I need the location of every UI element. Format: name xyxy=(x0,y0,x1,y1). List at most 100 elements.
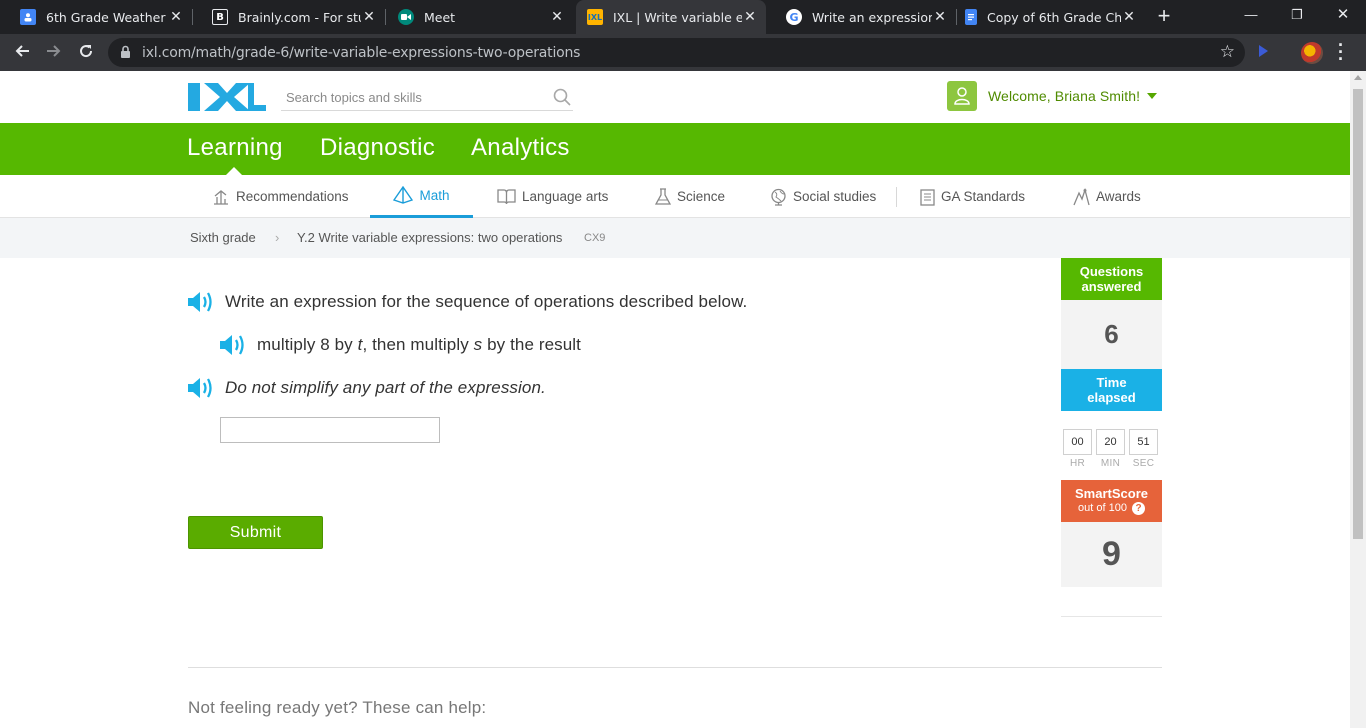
back-icon[interactable] xyxy=(10,41,34,65)
nav-diagnostic[interactable]: Diagnostic xyxy=(320,134,435,162)
extension-icon[interactable] xyxy=(1257,44,1269,63)
close-icon[interactable]: ✕ xyxy=(549,9,565,25)
tab-recommendations[interactable]: Recommendations xyxy=(212,175,349,218)
close-icon[interactable]: ✕ xyxy=(361,9,377,25)
question-prompt: Write an expression for the sequence of … xyxy=(225,292,748,311)
operation-description: multiply 8 by t, then multiply s by the … xyxy=(257,335,581,355)
search-input[interactable] xyxy=(281,85,541,109)
tab-label: Recommendations xyxy=(236,189,349,204)
scroll-thumb[interactable] xyxy=(1353,89,1363,539)
tab-social-studies[interactable]: Social studies xyxy=(770,175,876,218)
question-note: Do not simplify any part of the expressi… xyxy=(225,378,546,397)
questions-answered-count: 6 xyxy=(1061,300,1162,369)
forward-icon[interactable] xyxy=(42,41,66,65)
answer-input[interactable] xyxy=(220,417,440,443)
browser-tab[interactable]: Meet ✕ xyxy=(378,0,573,34)
nav-learning[interactable]: Learning xyxy=(187,134,283,162)
chevron-down-icon xyxy=(1147,93,1158,99)
time-hours: 00 xyxy=(1063,429,1092,455)
browser-tab[interactable]: G Write an expression for ✕ xyxy=(766,0,956,34)
browser-tab[interactable]: B Brainly.com - For studer ✕ xyxy=(192,0,385,34)
lock-icon xyxy=(120,45,131,64)
operation-text: by the result xyxy=(482,335,581,354)
skill-code: CX9 xyxy=(584,232,606,244)
smartscore-subtitle: out of 100 ? xyxy=(1061,501,1162,516)
user-icon xyxy=(947,81,977,111)
speaker-icon[interactable] xyxy=(187,290,215,319)
breadcrumb-grade[interactable]: Sixth grade xyxy=(190,230,256,245)
restore-icon[interactable]: ❐ xyxy=(1274,0,1320,34)
close-icon[interactable]: ✕ xyxy=(1121,9,1137,25)
time-elapsed-label: elapsed xyxy=(1087,390,1136,405)
reload-icon[interactable] xyxy=(74,41,98,65)
new-tab-button[interactable]: + xyxy=(1152,5,1176,29)
search-bar xyxy=(281,85,573,111)
address-bar[interactable]: ixl.com/math/grade-6/write-variable-expr… xyxy=(108,38,1245,67)
breadcrumb-skill: Y.2 Write variable expressions: two oper… xyxy=(297,230,563,245)
time-minutes: 20 xyxy=(1096,429,1125,455)
browser-tab-strip: 6th Grade Weather Wis ✕ B Brainly.com - … xyxy=(0,0,1366,34)
ixl-icon: IXL xyxy=(587,9,603,25)
tab-title: Brainly.com - For studer xyxy=(238,9,361,25)
brainly-icon: B xyxy=(212,9,228,25)
book-icon xyxy=(497,188,516,205)
user-menu[interactable]: Welcome, Briana Smith! xyxy=(947,81,1158,111)
operation-text: , then multiply xyxy=(362,335,474,354)
tab-label: Math xyxy=(419,187,450,203)
profile-avatar[interactable] xyxy=(1301,42,1323,64)
google-docs-icon xyxy=(965,9,977,25)
tab-awards[interactable]: Awards xyxy=(1072,175,1141,218)
menu-kebab-icon[interactable]: · · · xyxy=(1336,36,1346,68)
divider xyxy=(1061,616,1162,617)
speaker-icon[interactable] xyxy=(219,333,247,362)
subject-nav: Recommendations Math Language arts Scien… xyxy=(0,175,1350,218)
search-icon[interactable] xyxy=(553,88,571,111)
time-hours-label: HR xyxy=(1069,458,1086,469)
awards-icon xyxy=(1072,187,1090,206)
smartscore-value: 9 xyxy=(1061,522,1162,587)
google-icon: G xyxy=(786,9,802,25)
bookmark-star-icon[interactable]: ☆ xyxy=(1220,42,1235,62)
tab-science[interactable]: Science xyxy=(655,175,725,218)
url-text: ixl.com/math/grade-6/write-variable-expr… xyxy=(142,45,581,61)
window-close-icon[interactable]: ✕ xyxy=(1320,0,1366,34)
operation-text: multiply 8 by xyxy=(257,335,358,354)
browser-tab-active[interactable]: IXL IXL | Write variable expr ✕ xyxy=(576,0,766,34)
time-elapsed-header: Time elapsed xyxy=(1061,369,1162,411)
welcome-text: Welcome, Briana Smith! xyxy=(988,88,1141,104)
ixl-page: Welcome, Briana Smith! Learning Diagnost… xyxy=(0,71,1350,728)
recommendations-icon xyxy=(212,188,230,206)
close-icon[interactable]: ✕ xyxy=(168,9,184,25)
smartscore-label: SmartScore xyxy=(1075,486,1148,501)
page-scrollbar[interactable] xyxy=(1350,71,1366,728)
help-icon[interactable]: ? xyxy=(1132,502,1145,515)
tab-ga-standards[interactable]: GA Standards xyxy=(920,175,1025,218)
questions-answered-label: answered xyxy=(1081,279,1142,294)
smartscore-sub-label: out of 100 xyxy=(1078,502,1127,514)
tab-language-arts[interactable]: Language arts xyxy=(497,175,608,218)
browser-tab[interactable]: Copy of 6th Grade Chec ✕ xyxy=(945,0,1145,34)
nav-analytics[interactable]: Analytics xyxy=(471,134,570,162)
nav-divider xyxy=(896,187,897,207)
ixl-logo[interactable] xyxy=(188,83,266,111)
tab-math[interactable]: Math xyxy=(370,175,473,218)
speaker-icon[interactable] xyxy=(187,376,215,405)
tab-label: Awards xyxy=(1096,189,1141,204)
pyramid-icon xyxy=(393,186,414,204)
tab-title: IXL | Write variable expr xyxy=(613,9,742,25)
variable-s: s xyxy=(473,335,483,354)
scroll-up-arrow-icon[interactable] xyxy=(1354,75,1362,80)
clipboard-icon xyxy=(920,188,935,206)
minimize-icon[interactable]: — xyxy=(1228,0,1274,34)
tab-label: Language arts xyxy=(522,189,609,204)
submit-button[interactable]: Submit xyxy=(188,516,323,549)
tab-title: Meet xyxy=(424,9,456,25)
close-icon[interactable]: ✕ xyxy=(742,9,758,25)
ixl-logo-mark xyxy=(188,83,266,111)
help-section-heading: Not feeling ready yet? These can help: xyxy=(188,698,487,717)
browser-toolbar: ixl.com/math/grade-6/write-variable-expr… xyxy=(0,34,1366,71)
active-nav-pointer xyxy=(226,167,242,175)
browser-tab[interactable]: 6th Grade Weather Wis ✕ xyxy=(0,0,192,34)
tab-title: 6th Grade Weather Wis xyxy=(46,9,168,25)
tab-label: GA Standards xyxy=(941,189,1026,204)
